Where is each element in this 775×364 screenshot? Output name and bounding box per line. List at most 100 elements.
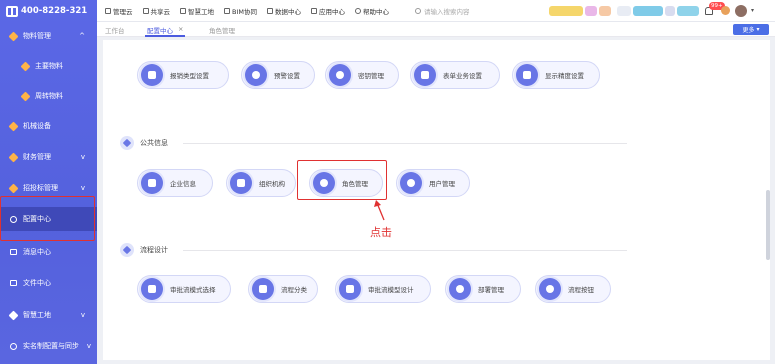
tab-workbench[interactable]: 工作台 [105,25,125,35]
tab-close-icon[interactable]: × [178,25,183,33]
sidebar-item-finance[interactable]: 财务管理 v [0,145,97,169]
sidebar-item-label: 周转物料 [35,92,63,100]
main-panel: 报销类型设置 预警设置 密钥管理 表单业务设置 显示精度设置 公共信息 企业信息… [103,40,770,360]
topnav-smart-site[interactable]: 智慧工地 [180,6,214,16]
topnav-shared-cloud[interactable]: 共享云 [142,6,170,16]
redacted-block [677,6,699,16]
deployment-management-button[interactable]: 部署管理 [445,275,521,303]
gem-icon [8,31,19,41]
sidebar-item-turnover-materials[interactable]: 周转物料 [0,84,97,108]
key-management-button[interactable]: 密钥管理 [325,61,399,89]
site-icon [8,310,19,320]
chevron-up-icon: ^ [79,32,85,40]
chart-icon [266,7,273,14]
key-icon [329,64,351,86]
sidebar-item-label: 智慧工地 [23,311,51,319]
redacted-block [585,6,597,16]
company-info-button[interactable]: 企业信息 [137,169,213,197]
chevron-down-icon[interactable]: ▾ [751,7,754,14]
flow-category-button[interactable]: 流程分类 [248,275,318,303]
sidebar-item-smart-site[interactable]: 智慧工地 v [0,303,97,327]
org-chart-icon [230,172,252,194]
sidebar-item-label: 财务管理 [23,153,51,161]
message-icon [10,249,17,255]
sidebar-item-label: 实名制配置与同步 [23,342,79,350]
topnav-data-center[interactable]: 数据中心 [266,6,301,16]
notification-icon[interactable] [721,6,730,15]
avatar[interactable] [735,5,747,17]
approval-icon [141,278,163,300]
sidebar-item-messages[interactable]: 消息中心 [0,240,97,264]
tab-role-management[interactable]: 角色管理 [209,25,235,35]
cloud-icon [105,7,111,14]
sidebar-item-label: 机械设备 [23,122,51,130]
active-tab-indicator [145,35,185,37]
sidebar-item-materials[interactable]: 物料管理 ^ [0,24,97,48]
redacted-block [617,6,631,16]
gem-icon [8,152,19,162]
divider [183,250,627,251]
topnav-bim[interactable]: BIM协同 [224,6,257,16]
annotation-arrow-icon [374,200,385,221]
chevron-down-icon: v [80,311,85,319]
sidebar-item-realname[interactable]: 实名制配置与同步 v [0,334,97,358]
grid-icon [310,7,317,14]
sidebar-item-label: 主要物料 [35,62,63,70]
chevron-down-icon: ▾ [756,26,760,33]
topnav-management-cloud[interactable]: 管理云 [105,6,133,16]
sidebar-item-main-materials[interactable]: 主要物料 [0,54,97,78]
gem-icon [20,61,31,71]
user-management-button[interactable]: 用户管理 [396,169,470,197]
more-button[interactable]: 更多 ▾ [733,24,769,35]
flow-button-button[interactable]: 流程按钮 [535,275,611,303]
alert-settings-button[interactable]: 预警设置 [241,61,315,89]
redacted-block [633,6,663,16]
top-bar: 管理云 共享云 智慧工地 BIM协同 数据中心 应用中心 帮助中心 请输入搜索内… [97,0,775,22]
redacted-block [599,6,611,16]
scrollbar[interactable] [766,190,770,260]
cloud-icon [142,7,149,14]
gem-icon [8,121,19,131]
logo-icon [6,5,18,17]
design-icon [339,278,361,300]
approval-mode-button[interactable]: 审批流模式选择 [137,275,231,303]
search-icon [415,8,421,14]
help-icon [354,7,361,14]
gear-icon [10,342,17,350]
search-input[interactable]: 请输入搜索内容 [415,5,525,17]
brand: 400-8228-321 [0,0,97,22]
building-icon [141,172,163,194]
divider [183,143,627,144]
topnav-app-center[interactable]: 应用中心 [310,6,345,16]
chevron-down-icon: v [80,153,85,161]
alert-icon [245,64,267,86]
category-icon [252,278,274,300]
sidebar-item-label: 物料管理 [23,32,51,40]
user-gear-icon [400,172,422,194]
form-business-settings-button[interactable]: 表单业务设置 [410,61,500,89]
highlight-box-role-management [297,160,387,200]
highlight-box-sidebar [0,196,95,241]
expense-type-settings-button[interactable]: 报销类型设置 [137,61,229,89]
annotation-click-label: 点击 [370,226,392,239]
gem-icon [20,91,31,101]
topnav-help-center[interactable]: 帮助中心 [354,6,389,16]
approval-model-design-button[interactable]: 审批流模型设计 [335,275,431,303]
file-icon [10,280,17,286]
organization-button[interactable]: 组织机构 [226,169,296,197]
display-precision-settings-button[interactable]: 显示精度设置 [512,61,600,89]
cube-icon [224,7,230,14]
site-icon [180,7,186,14]
sidebar-item-label: 招投标管理 [23,184,58,192]
sidebar-item-label: 消息中心 [23,248,51,256]
sidebar-item-label: 文件中心 [23,279,51,287]
sidebar-item-files[interactable]: 文件中心 [0,271,97,295]
tab-config-center[interactable]: 配置中心 [147,25,173,35]
sidebar-item-machinery[interactable]: 机械设备 [0,114,97,138]
form-icon [414,64,436,86]
tag-icon [120,136,134,150]
section-public-info: 公共信息 [120,136,168,150]
top-nav: 管理云 共享云 智慧工地 BIM协同 数据中心 应用中心 帮助中心 [97,6,389,16]
tab-bar: 工作台 配置中心 × 角色管理 更多 ▾ [97,22,775,37]
redacted-block [549,6,583,16]
